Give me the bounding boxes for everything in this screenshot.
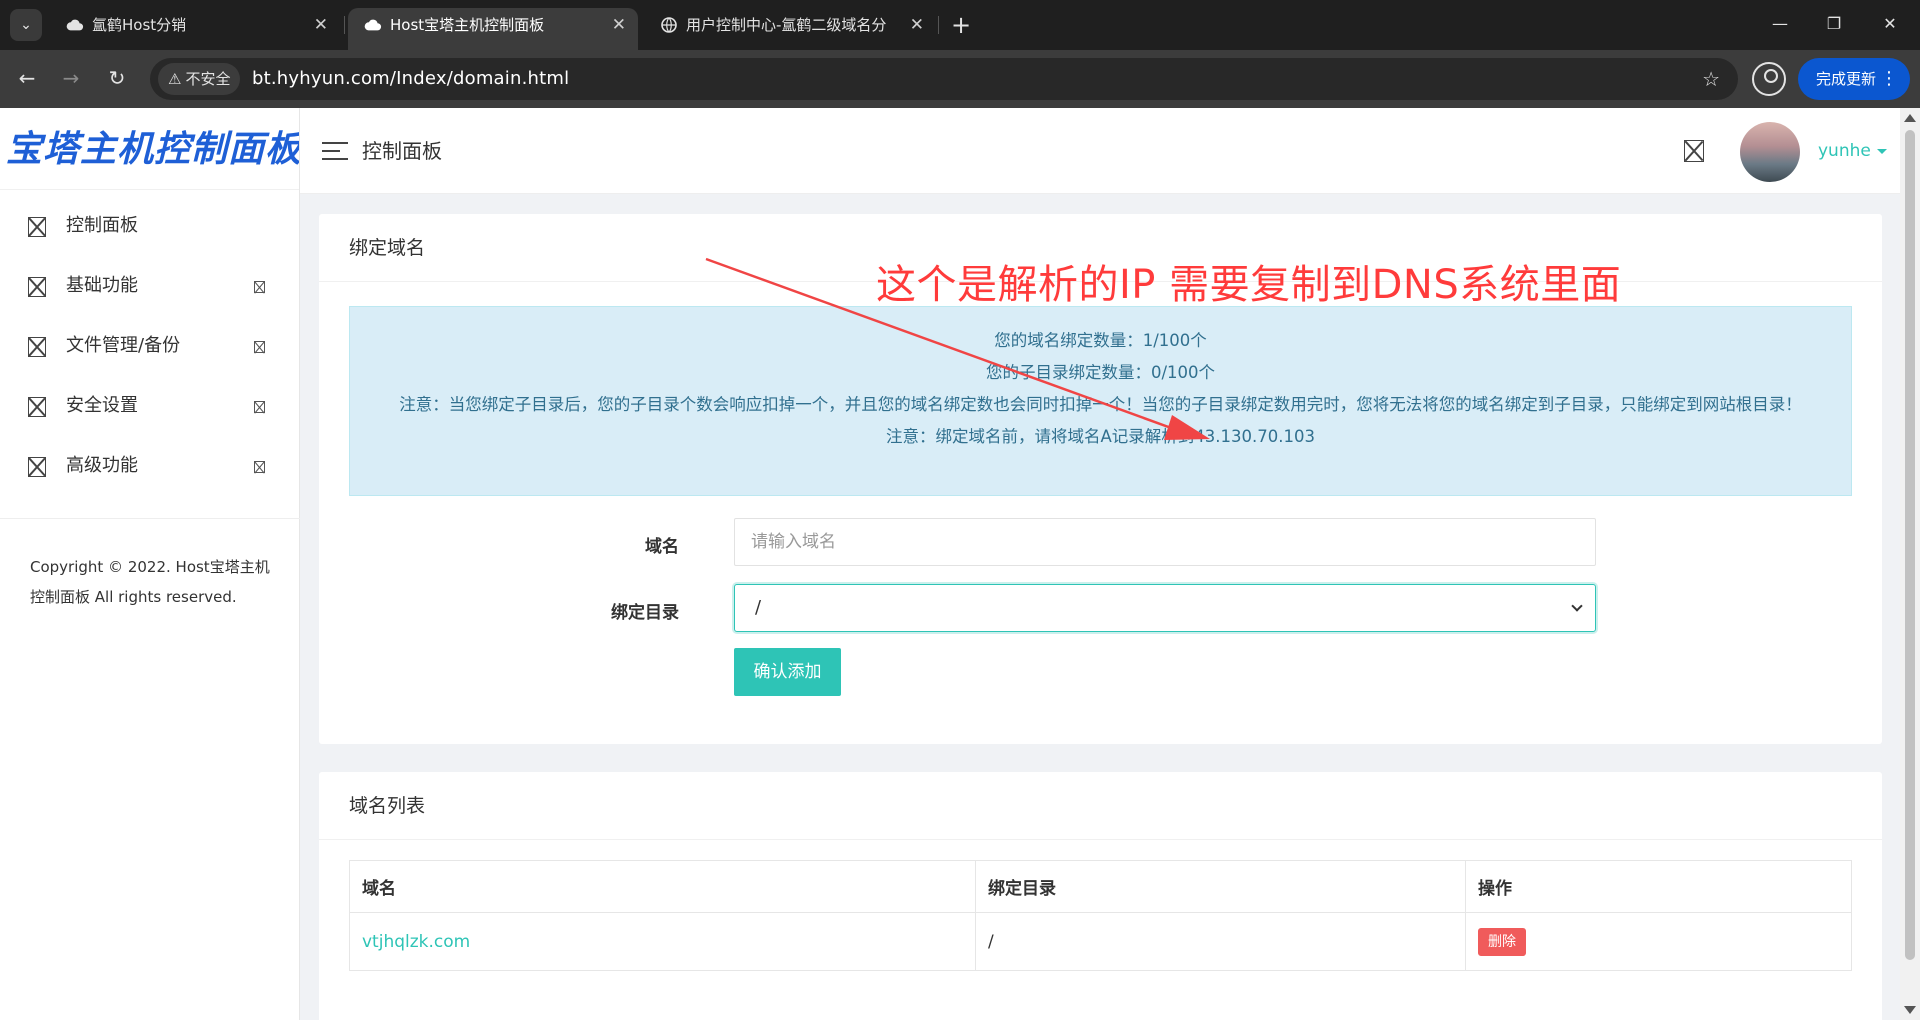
- new-tab-button[interactable]: +: [946, 8, 976, 42]
- globe-icon: [661, 17, 677, 33]
- domain-list-card: 域名列表 域名 绑定目录 操作 vtjhqlzk.com / 删除: [319, 772, 1882, 1020]
- page-scrollbar[interactable]: [1900, 108, 1920, 1020]
- expand-icon: [254, 341, 265, 353]
- scroll-thumb[interactable]: [1905, 130, 1915, 960]
- expand-icon: [254, 461, 265, 473]
- back-button[interactable]: ←: [10, 61, 44, 95]
- scroll-down-arrow[interactable]: [1904, 1006, 1916, 1014]
- missing-glyph-icon[interactable]: [1684, 140, 1704, 162]
- expand-icon: [254, 401, 265, 413]
- alert-line: 注意：绑定域名前，请将域名A记录解析到43.130.70.103: [886, 427, 1315, 446]
- column-header: 绑定目录: [975, 860, 1466, 913]
- sidebar-item-basic[interactable]: 基础功能: [0, 256, 299, 316]
- domain-link[interactable]: vtjhqlzk.com: [349, 912, 976, 971]
- tab-title: 氲鹤Host分销: [92, 16, 187, 34]
- expand-icon: [254, 281, 265, 293]
- page-title: 控制面板: [362, 139, 442, 163]
- menu-toggle-icon[interactable]: [322, 142, 348, 160]
- domain-label: 域名: [645, 537, 679, 557]
- page: 宝塔主机控制面板 控制面板 基础功能 文件管理/备份 安全设置 高级功能 Cop…: [0, 108, 1900, 1020]
- alert-line: 注意：当您绑定子目录后，您的子目录个数会响应扣掉一个，并且您的域名绑定数也会同时…: [399, 395, 1802, 414]
- tab-title: Host宝塔主机控制面板: [390, 16, 545, 34]
- tab-separator: [938, 16, 939, 34]
- sidebar-item-label: 安全设置: [66, 395, 138, 416]
- cloud-icon: [66, 19, 84, 31]
- missing-glyph-icon: [28, 277, 46, 297]
- warning-icon: ⚠: [168, 70, 182, 88]
- browser-tab-1[interactable]: 氲鹤Host分销 ✕: [50, 8, 340, 50]
- dir-select-value: /: [755, 597, 762, 618]
- close-icon[interactable]: ✕: [612, 8, 626, 42]
- browser-tab-strip: ⌄ 氲鹤Host分销 ✕ Host宝塔主机控制面板 ✕ 用户控制中心-氲鹤二级域…: [0, 0, 1920, 50]
- info-alert: 您的域名绑定数量：1/100个 您的子目录绑定数量：0/100个 注意：当您绑定…: [349, 306, 1852, 496]
- sidebar-item-label: 控制面板: [66, 215, 138, 236]
- forward-button[interactable]: →: [54, 61, 88, 95]
- dir-cell: /: [975, 912, 1466, 971]
- sidebar-item-dashboard[interactable]: 控制面板: [0, 196, 299, 256]
- omnibox[interactable]: ⚠ 不安全 bt.hyhyun.com/Index/domain.html ☆: [150, 58, 1738, 100]
- brand-logo[interactable]: 宝塔主机控制面板: [0, 108, 299, 190]
- sidebar-item-label: 高级功能: [66, 455, 138, 476]
- close-icon[interactable]: ✕: [910, 8, 924, 42]
- browser-tab-2[interactable]: Host宝塔主机控制面板 ✕: [348, 8, 638, 50]
- address-bar-row: ← → ↻ ⚠ 不安全 bt.hyhyun.com/Index/domain.ht…: [0, 50, 1920, 108]
- username: yunhe: [1818, 141, 1871, 161]
- minimize-button[interactable]: —: [1752, 0, 1808, 48]
- column-header: 操作: [1465, 860, 1852, 913]
- sidebar-item-label: 文件管理/备份: [66, 335, 181, 356]
- restore-button[interactable]: ❐: [1806, 0, 1862, 48]
- sidebar: 宝塔主机控制面板 控制面板 基础功能 文件管理/备份 安全设置 高级功能 Cop…: [0, 108, 300, 1020]
- missing-glyph-icon: [28, 217, 46, 237]
- avatar[interactable]: [1740, 122, 1800, 182]
- update-button[interactable]: 完成更新 ⋮: [1798, 58, 1910, 100]
- annotation-text: 这个是解析的IP 需要复制到DNS系统里面: [876, 262, 1622, 308]
- sidebar-item-label: 基础功能: [66, 275, 138, 296]
- security-chip[interactable]: ⚠ 不安全: [158, 63, 241, 95]
- sidebar-item-files[interactable]: 文件管理/备份: [0, 316, 299, 376]
- security-label: 不安全: [185, 70, 231, 88]
- browser-tab-3[interactable]: 用户控制中心-氲鹤二级域名分发 ✕: [644, 8, 936, 50]
- table-row: vtjhqlzk.com / 删除: [349, 912, 1852, 971]
- domain-table: 域名 绑定目录 操作 vtjhqlzk.com / 删除: [349, 860, 1852, 971]
- dir-select[interactable]: /: [734, 584, 1596, 632]
- tab-search-button[interactable]: ⌄: [10, 9, 42, 41]
- more-icon[interactable]: ⋮: [1880, 58, 1898, 100]
- dir-label: 绑定目录: [611, 603, 679, 623]
- missing-glyph-icon: [28, 397, 46, 417]
- card-title: 域名列表: [319, 772, 1882, 840]
- copyright-text: Copyright © 2022. Host宝塔主机控制面板 All right…: [30, 558, 270, 606]
- action-cell: 删除: [1465, 912, 1852, 971]
- url-text[interactable]: bt.hyhyun.com/Index/domain.html: [252, 58, 569, 100]
- close-icon[interactable]: ✕: [314, 8, 328, 42]
- table-header-row: 域名 绑定目录 操作: [349, 860, 1852, 913]
- column-header: 域名: [349, 860, 976, 913]
- divider: [0, 518, 300, 519]
- missing-glyph-icon: [28, 457, 46, 477]
- confirm-add-button[interactable]: 确认添加: [734, 648, 841, 696]
- missing-glyph-icon: [28, 337, 46, 357]
- tab-separator: [344, 16, 345, 34]
- reload-button[interactable]: ↻: [100, 61, 134, 95]
- caret-down-icon: [1876, 148, 1887, 154]
- chevron-down-icon: [1571, 600, 1583, 612]
- profile-icon[interactable]: [1752, 62, 1786, 96]
- sidebar-menu: 控制面板 基础功能 文件管理/备份 安全设置 高级功能: [0, 190, 299, 496]
- alert-line: 您的域名绑定数量：1/100个: [994, 331, 1207, 350]
- close-window-button[interactable]: ✕: [1862, 0, 1918, 48]
- alert-line: 您的子目录绑定数量：0/100个: [985, 363, 1216, 382]
- sidebar-item-security[interactable]: 安全设置: [0, 376, 299, 436]
- scroll-up-arrow[interactable]: [1904, 114, 1916, 122]
- star-icon[interactable]: ☆: [1702, 58, 1720, 100]
- cloud-icon: [364, 19, 382, 31]
- topbar: 控制面板 yunhe: [300, 108, 1900, 194]
- update-label: 完成更新: [1816, 70, 1877, 88]
- sidebar-item-advanced[interactable]: 高级功能: [0, 436, 299, 496]
- delete-button[interactable]: 删除: [1478, 927, 1526, 956]
- user-menu[interactable]: yunhe: [1818, 108, 1887, 194]
- domain-input[interactable]: [734, 518, 1596, 566]
- tab-title: 用户控制中心-氲鹤二级域名分发: [686, 16, 886, 34]
